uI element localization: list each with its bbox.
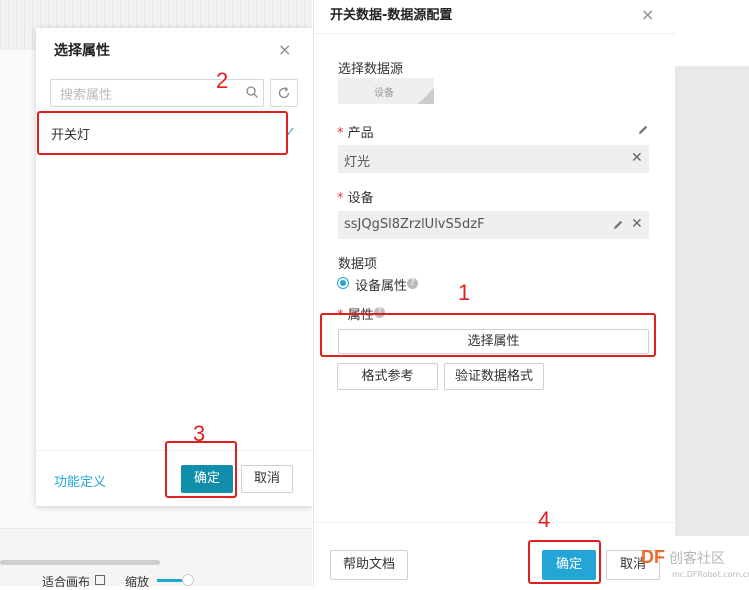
data-item-label: 数据项 [338, 257, 378, 272]
source-corner-decoration [418, 88, 434, 104]
panel-title: 开关数据-数据源配置 [330, 8, 453, 23]
annotation-number-4: 4 [538, 507, 551, 532]
modal-cancel-button[interactable]: 取消 [241, 465, 293, 493]
watermark-logo: DF [641, 547, 665, 567]
zoom-slider-knob[interactable] [182, 574, 194, 586]
select-property-title: 选择属性 [54, 43, 110, 59]
annotation-box-4 [528, 540, 601, 584]
refresh-icon [278, 87, 290, 99]
product-label: * 产品 [337, 126, 374, 141]
device-property-label: 设备属性 [355, 279, 408, 294]
watermark-url: mc.DFRobot.com.cn [672, 570, 749, 579]
close-icon[interactable]: × [641, 5, 654, 24]
fit-canvas-label: 适合画布 [42, 575, 91, 589]
right-gray-area [675, 66, 749, 536]
annotation-box-3 [165, 441, 237, 498]
search-placeholder: 搜索属性 [60, 88, 113, 103]
format-reference-button[interactable]: 格式参考 [337, 363, 438, 390]
source-device-label: 设备 [374, 88, 394, 99]
annotation-box-2 [37, 111, 288, 155]
clear-product-icon[interactable]: ✕ [631, 150, 643, 166]
device-label: * 设备 [337, 191, 374, 206]
clear-device-icon[interactable]: ✕ [631, 216, 643, 232]
panel-footer-divider [313, 522, 675, 523]
annotation-number-2: 2 [216, 68, 229, 93]
annotation-number-3: 3 [193, 421, 206, 446]
edit-device-icon[interactable] [612, 219, 624, 231]
horizontal-scrollbar[interactable] [0, 560, 160, 565]
watermark-text: 创客社区 [669, 551, 725, 567]
annotation-box-1 [320, 313, 656, 357]
panel-header-divider [313, 33, 675, 34]
close-icon[interactable]: × [278, 40, 291, 59]
search-icon[interactable] [245, 85, 259, 99]
device-value: ssJQgSl8ZrzlUlvS5dzF [344, 217, 485, 232]
radio-selected-dot [340, 280, 346, 286]
product-value: 灯光 [344, 155, 371, 170]
help-doc-button[interactable]: 帮助文档 [330, 550, 408, 580]
annotation-number-1: 1 [458, 280, 471, 305]
zoom-label: 缩放 [125, 575, 150, 589]
verify-format-button[interactable]: 验证数据格式 [444, 363, 544, 390]
fit-canvas-checkbox[interactable] [95, 575, 105, 585]
select-source-label: 选择数据源 [338, 62, 404, 77]
product-field[interactable] [338, 145, 649, 173]
help-icon[interactable]: ? [407, 278, 418, 289]
function-definition-link[interactable]: 功能定义 [54, 471, 106, 490]
edit-icon[interactable] [637, 124, 649, 136]
